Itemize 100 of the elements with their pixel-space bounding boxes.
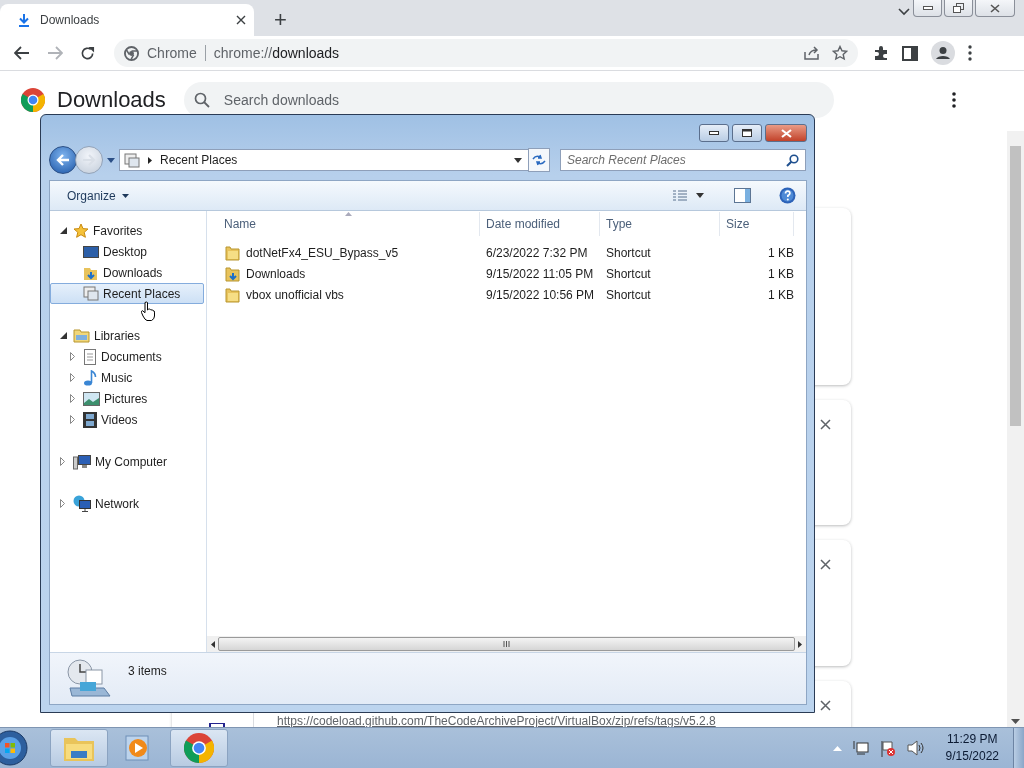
share-icon[interactable] [804,46,820,60]
file-type: Shortcut [605,287,652,302]
reload-icon[interactable] [80,45,95,61]
puzzle-piece-icon[interactable] [873,45,889,61]
refresh-button[interactable] [528,148,550,172]
monitor-icon [83,244,99,259]
side-panel-icon[interactable] [902,45,918,61]
clock-time[interactable]: 11:29 PM [947,731,998,748]
scrollbar[interactable] [1007,131,1024,727]
film-strip-icon [83,411,97,428]
search-placeholder: Search downloads [223,92,340,108]
help-icon[interactable] [779,187,796,204]
forward-arrow-icon [82,154,96,166]
column-header[interactable]: Date modified [480,212,600,236]
address-bar[interactable]: Chrome chrome://downloads [114,39,858,67]
address-field[interactable]: Recent Places [119,149,529,171]
minimize-icon [709,131,719,135]
search-field[interactable]: Search Recent Places [560,149,806,171]
more-options-icon[interactable] [968,45,972,61]
nav-item[interactable]: Network [50,493,204,514]
folder-download-icon [225,265,240,282]
breadcrumb-arrow-icon[interactable] [148,156,152,164]
file-row[interactable]: vbox unofficial vbs 9/15/2022 10:56 PM Shortcut 1 KB [207,284,806,305]
download-url[interactable]: https://codeload.github.com/TheCodeArchiveProject/VirtualBox/zip/refs/tags/v5.2.8 [277,715,716,727]
file-row[interactable]: Downloads 9/15/2022 11:05 PM Shortcut 1 KB [207,263,806,284]
back-button[interactable] [49,146,77,174]
search-icon [786,153,799,167]
computer-icon [73,453,91,470]
search-placeholder: Search Recent Places [567,153,687,167]
scroll-down-icon[interactable] [1011,719,1020,724]
nav-item[interactable]: Music [50,367,204,388]
recent-places-icon [83,286,99,301]
restore-icon [953,3,964,13]
document-icon [83,348,97,365]
maximize-icon [742,129,752,137]
column-header[interactable]: Type [600,212,720,236]
minimize-button[interactable] [913,0,942,17]
expanded-arrow-icon[interactable] [60,332,69,339]
close-icon [990,3,1000,13]
page-title: Downloads [57,87,166,113]
star-icon[interactable] [832,45,848,61]
close-icon[interactable] [820,559,831,570]
file-type: Shortcut [605,266,652,281]
library-folder-icon [73,328,90,343]
picture-icon [83,391,100,406]
profile-avatar-icon[interactable] [931,41,955,65]
speaker-icon[interactable] [906,740,925,756]
nav-item[interactable]: Desktop [50,241,204,262]
scroll-left-icon[interactable] [211,640,215,648]
nav-item[interactable]: Recent Places [50,283,204,304]
nav-item[interactable]: Favorites [50,220,204,241]
nav-item[interactable]: Videos [50,409,204,430]
minimize-button[interactable] [699,124,729,142]
network-icon[interactable] [852,740,869,756]
horizontal-scrollbar[interactable] [207,636,806,652]
date-modified: 9/15/2022 10:56 PM [485,287,596,302]
close-icon[interactable] [820,419,831,430]
browser-tab[interactable]: Downloads [0,4,254,36]
organize-button[interactable]: Organize [67,188,129,203]
preview-pane-icon[interactable] [734,188,751,203]
file-type: Shortcut [605,245,652,260]
address-location[interactable]: Recent Places [160,153,506,167]
close-button[interactable] [975,0,1015,17]
close-icon [780,128,792,138]
column-header[interactable]: Size [720,212,794,236]
nav-item[interactable]: Downloads [50,262,204,283]
start-orb-icon[interactable] [0,728,30,768]
url-text: chrome://downloads [213,45,341,61]
network-icon [73,495,91,512]
back-arrow-icon[interactable] [14,46,30,60]
recent-places-icon [66,657,112,700]
back-arrow-icon [56,154,70,166]
expanded-arrow-icon[interactable] [60,227,69,234]
close-button[interactable] [765,124,807,142]
hand-cursor-icon [141,301,155,321]
clock-date[interactable]: 9/15/2022 [945,748,999,765]
dropdown-arrow-icon[interactable] [514,157,522,163]
more-options-icon[interactable] [951,92,956,108]
nav-item[interactable]: Pictures [50,388,204,409]
close-icon[interactable] [820,700,831,711]
nav-item[interactable]: My Computer [50,451,204,472]
date-modified: 6/23/2022 7:32 PM [485,245,589,260]
flag-icon[interactable] [879,739,896,757]
file-size: 1 KB [767,287,794,302]
taskbar-button[interactable] [170,729,228,767]
scroll-right-icon[interactable] [798,640,802,648]
restore-button[interactable] [944,0,973,17]
item-count: 3 items [128,663,167,678]
chevron-down-icon[interactable] [898,8,910,16]
taskbar-button[interactable] [50,729,108,767]
folder-icon [225,286,240,303]
nav-item[interactable]: Documents [50,346,204,367]
refresh-arrows-icon [532,154,546,166]
nav-item[interactable]: Libraries [50,325,204,346]
caret-down-icon[interactable] [696,193,704,198]
date-modified: 9/15/2022 11:05 PM [485,266,595,281]
maximize-button[interactable] [732,124,762,142]
file-row[interactable]: dotNetFx4_ESU_Bypass_v5 6/23/2022 7:32 PM Shortcut 1 KB [207,242,806,263]
new-tab-button[interactable]: + [270,8,291,32]
close-icon[interactable] [236,15,246,25]
